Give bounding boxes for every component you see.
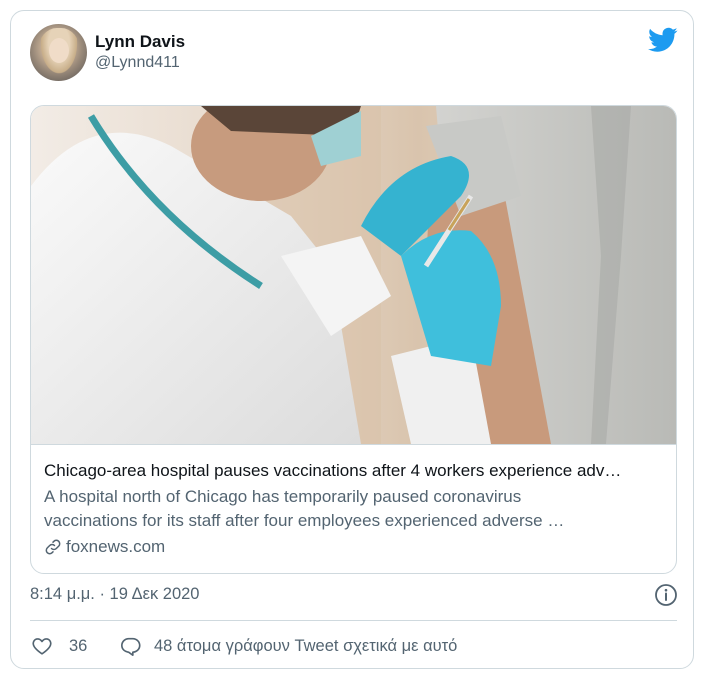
reply-icon: [121, 637, 141, 656]
card-image[interactable]: [31, 106, 676, 444]
card-domain-text: foxnews.com: [66, 537, 166, 556]
avatar[interactable]: [30, 24, 87, 81]
tweet-timestamp[interactable]: 8:14 μ.μ. · 19 Δεκ 2020: [30, 585, 200, 604]
info-icon[interactable]: [654, 583, 678, 607]
card-description-line-2: vaccinations for its staff after four em…: [44, 511, 565, 530]
card-domain[interactable]: foxnews.com: [44, 537, 165, 557]
card-description[interactable]: A hospital north of Chicago has temporar…: [44, 485, 644, 533]
conversation-link[interactable]: 48 άτομα γράφουν Tweet σχετικά με αυτό: [120, 635, 457, 657]
like-button[interactable]: 36: [31, 635, 87, 657]
footer-divider: [30, 620, 677, 621]
card-description-line-1: A hospital north of Chicago has temporar…: [44, 487, 522, 506]
tweet-embed[interactable]: Lynn Davis @Lynnd411 Chicago-area hospit…: [10, 10, 694, 669]
link-icon: [45, 539, 61, 555]
card-divider: [31, 444, 676, 445]
card-title[interactable]: Chicago-area hospital pauses vaccination…: [44, 461, 669, 481]
link-preview-card[interactable]: Chicago-area hospital pauses vaccination…: [30, 105, 677, 574]
like-count: 36: [69, 636, 88, 655]
twitter-bird-icon[interactable]: [648, 27, 678, 53]
conversation-label: 48 άτομα γράφουν Tweet σχετικά με αυτό: [154, 636, 458, 655]
user-handle[interactable]: @Lynnd411: [95, 54, 180, 72]
heart-icon: [32, 638, 52, 655]
user-name[interactable]: Lynn Davis: [95, 32, 185, 52]
avatar-face: [49, 38, 69, 63]
